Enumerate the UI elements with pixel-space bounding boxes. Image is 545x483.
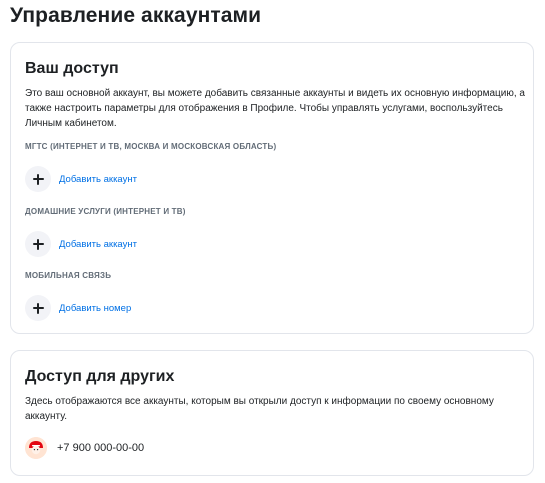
plus-icon	[25, 295, 51, 321]
section-label-mgts: МГТС (ИНТЕРНЕТ И ТВ, МОСКВА И МОСКОВСКАЯ…	[25, 142, 277, 151]
others-access-card: Доступ для других Здесь отображаются все…	[10, 350, 534, 476]
avatar-icon	[25, 437, 47, 459]
your-access-card: Ваш доступ Это ваш основной аккаунт, вы …	[10, 42, 534, 334]
shared-account-row[interactable]: +7 900 000-00-00	[25, 436, 144, 460]
page-title: Управление аккаунтами	[10, 4, 262, 27]
add-mgts-account-label: Добавить аккаунт	[59, 173, 137, 185]
section-label-home-services: ДОМАШНИЕ УСЛУГИ (ИНТЕРНЕТ И ТВ)	[25, 207, 186, 216]
section-label-mobile: МОБИЛЬНАЯ СВЯЗЬ	[25, 271, 112, 280]
add-mobile-number-label: Добавить номер	[59, 302, 132, 314]
add-home-account-button[interactable]: Добавить аккаунт	[25, 231, 137, 257]
others-access-description: Здесь отображаются все аккаунты, которым…	[25, 396, 494, 422]
others-access-title: Доступ для других	[25, 368, 175, 385]
your-access-title: Ваш доступ	[25, 60, 119, 77]
your-access-description: Это ваш основной аккаунт, вы можете доба…	[25, 88, 525, 129]
plus-icon	[25, 166, 51, 192]
add-mgts-account-button[interactable]: Добавить аккаунт	[25, 166, 137, 192]
add-home-account-label: Добавить аккаунт	[59, 238, 137, 250]
shared-account-phone: +7 900 000-00-00	[57, 442, 145, 454]
plus-icon	[25, 231, 51, 257]
add-mobile-number-button[interactable]: Добавить номер	[25, 295, 131, 321]
